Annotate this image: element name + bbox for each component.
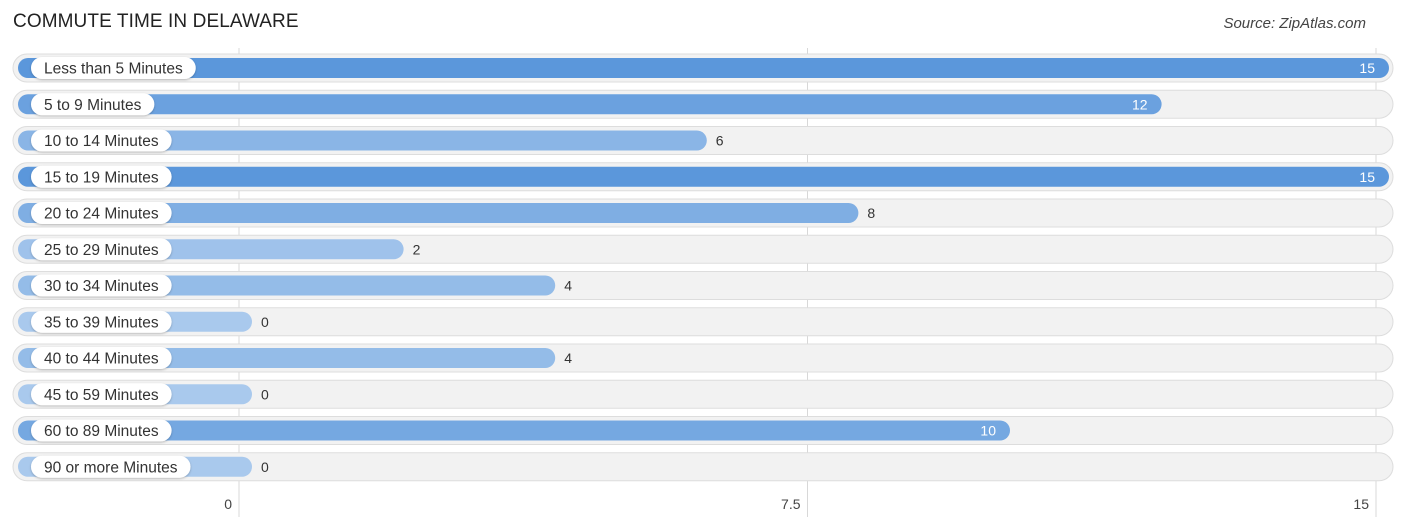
value-label: 8 — [867, 205, 875, 221]
bar-row: 45 to 59 Minutes 0 — [12, 379, 1394, 409]
bar-row: 20 to 24 Minutes 8 — [12, 198, 1394, 228]
category-label: 40 to 44 Minutes — [44, 351, 159, 368]
bar-row: 25 to 29 Minutes 2 — [12, 234, 1394, 264]
value-label: 10 — [980, 423, 996, 439]
category-label: 5 to 9 Minutes — [44, 97, 142, 114]
category-label: 45 to 59 Minutes — [44, 387, 159, 404]
bar — [18, 58, 1389, 78]
x-axis: 0 7.5 15 — [224, 496, 1369, 512]
rows-layer: Less than 5 Minutes 15 5 to 9 Minutes 12 10 … — [12, 53, 1394, 482]
bar-row: 5 to 9 Minutes 12 — [12, 89, 1394, 119]
value-label: 0 — [261, 459, 269, 475]
category-label: 90 or more Minutes — [44, 459, 178, 476]
value-label: 15 — [1359, 60, 1375, 76]
bar-row: 90 or more Minutes 0 — [12, 452, 1394, 482]
bar-row: 30 to 34 Minutes 4 — [12, 271, 1394, 300]
x-tick-label: 0 — [224, 496, 232, 512]
bar-row: 40 to 44 Minutes 4 — [12, 343, 1394, 373]
value-label: 0 — [261, 314, 269, 330]
bar-row: 60 to 89 Minutes 10 — [12, 416, 1394, 445]
x-tick-label: 7.5 — [781, 496, 801, 512]
value-label: 12 — [1132, 96, 1148, 112]
value-label: 6 — [716, 133, 724, 149]
x-tick-label: 15 — [1353, 496, 1369, 512]
category-label: 20 to 24 Minutes — [44, 206, 159, 223]
bar-row: 10 to 14 Minutes 6 — [12, 126, 1394, 155]
category-label: 15 to 19 Minutes — [44, 169, 159, 186]
value-label: 0 — [261, 386, 269, 402]
bar — [18, 94, 1162, 115]
bar-row: 35 to 39 Minutes 0 — [12, 307, 1394, 337]
bar-chart: Less than 5 Minutes 15 5 to 9 Minutes 12 10 … — [12, 48, 1394, 517]
bar — [18, 166, 1389, 187]
category-label: 60 to 89 Minutes — [44, 423, 159, 440]
bar-row: 15 to 19 Minutes 15 — [12, 162, 1394, 192]
bar-row: Less than 5 Minutes 15 — [12, 53, 1394, 83]
value-label: 4 — [564, 350, 572, 366]
category-label: 35 to 39 Minutes — [44, 314, 159, 331]
category-label: 30 to 34 Minutes — [44, 278, 159, 295]
value-label: 15 — [1359, 169, 1375, 185]
value-label: 4 — [564, 278, 572, 294]
category-label: Less than 5 Minutes — [44, 61, 183, 78]
category-label: 25 to 29 Minutes — [44, 242, 159, 259]
value-label: 2 — [413, 241, 421, 257]
category-label: 10 to 14 Minutes — [44, 133, 159, 150]
